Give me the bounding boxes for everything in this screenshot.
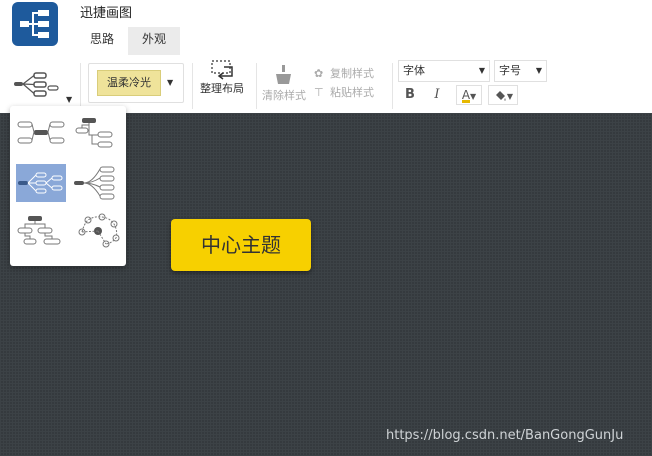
paste-style-button[interactable]: ⊤ 粘贴样式 bbox=[314, 86, 374, 100]
clear-style-icon[interactable] bbox=[272, 63, 294, 87]
app-logo bbox=[12, 2, 58, 46]
chevron-down-icon: ▼ bbox=[478, 66, 485, 75]
theme-swatch[interactable]: 温柔冷光 bbox=[97, 70, 161, 96]
divider bbox=[80, 63, 81, 109]
layout-option-org-chart-down[interactable] bbox=[16, 212, 66, 250]
toolbar: ▼ 温柔冷光 ▼ 整理布局 清除样式 ✿ 复制样式 ⊤ 粘贴样式 字体 ▼ 字号 ▼… bbox=[0, 55, 652, 113]
font-family-select[interactable]: 字体 ▼ bbox=[398, 60, 490, 82]
font-family-value: 字体 bbox=[403, 64, 425, 77]
layout-option-logic-both-sides[interactable] bbox=[16, 114, 66, 152]
theme-selector[interactable]: 温柔冷光 ▼ bbox=[88, 63, 184, 103]
chevron-down-icon[interactable]: ▼ bbox=[167, 78, 173, 87]
layout-dropdown-button[interactable]: ▼ bbox=[8, 65, 76, 104]
tab-silu[interactable]: 思路 bbox=[78, 27, 126, 55]
layout-org-chart-down-icon bbox=[17, 216, 61, 245]
layout-option-fishbone-right[interactable] bbox=[72, 164, 122, 202]
fill-color-button[interactable]: ▼ bbox=[488, 85, 518, 105]
copy-style-icon: ✿ bbox=[314, 67, 324, 80]
mindmap-layout-icon bbox=[14, 72, 59, 97]
layout-bubble-icon bbox=[78, 213, 120, 248]
mindmap-logo-icon bbox=[20, 10, 49, 38]
layout-logic-right-icon bbox=[18, 172, 63, 194]
tab-waiguan[interactable]: 外观 bbox=[128, 27, 180, 55]
chevron-down-icon: ▼ bbox=[470, 92, 477, 101]
divider bbox=[256, 63, 257, 109]
chevron-down-icon: ▼ bbox=[66, 95, 73, 104]
italic-button[interactable]: I bbox=[430, 85, 444, 105]
paste-style-label: 粘贴样式 bbox=[330, 86, 374, 99]
layout-org-tree-right-icon bbox=[75, 118, 113, 148]
layout-option-org-tree-right[interactable] bbox=[72, 114, 122, 152]
chevron-down-icon: ▼ bbox=[506, 92, 514, 101]
font-color-label: A bbox=[461, 88, 471, 103]
central-topic-node[interactable]: 中心主题 bbox=[171, 219, 311, 271]
paste-style-icon: ⊤ bbox=[314, 86, 324, 99]
copy-style-button[interactable]: ✿ 复制样式 bbox=[314, 67, 374, 81]
font-size-select[interactable]: 字号 ▼ bbox=[494, 60, 547, 82]
tidy-layout-icon[interactable] bbox=[210, 59, 236, 81]
chevron-down-icon: ▼ bbox=[535, 66, 542, 75]
bold-button[interactable]: B bbox=[402, 85, 418, 105]
app-title: 迅捷画图 bbox=[80, 6, 133, 21]
clear-style-button[interactable]: 清除样式 bbox=[262, 89, 306, 113]
layout-logic-both-sides-icon bbox=[17, 121, 65, 144]
fill-bucket-icon bbox=[495, 90, 506, 101]
divider bbox=[392, 63, 393, 109]
layout-option-logic-right[interactable] bbox=[16, 164, 66, 202]
font-size-value: 字号 bbox=[499, 64, 521, 77]
layout-dropdown-menu bbox=[10, 106, 126, 266]
copy-style-label: 复制样式 bbox=[330, 67, 374, 80]
font-color-button[interactable]: A▼ bbox=[456, 85, 482, 105]
layout-fishbone-right-icon bbox=[74, 166, 115, 200]
divider bbox=[192, 63, 193, 109]
watermark: https://blog.csdn.net/BanGongGunJu bbox=[386, 428, 624, 443]
layout-option-bubble[interactable] bbox=[72, 212, 122, 250]
tidy-layout-button[interactable]: 整理布局 bbox=[200, 82, 250, 95]
